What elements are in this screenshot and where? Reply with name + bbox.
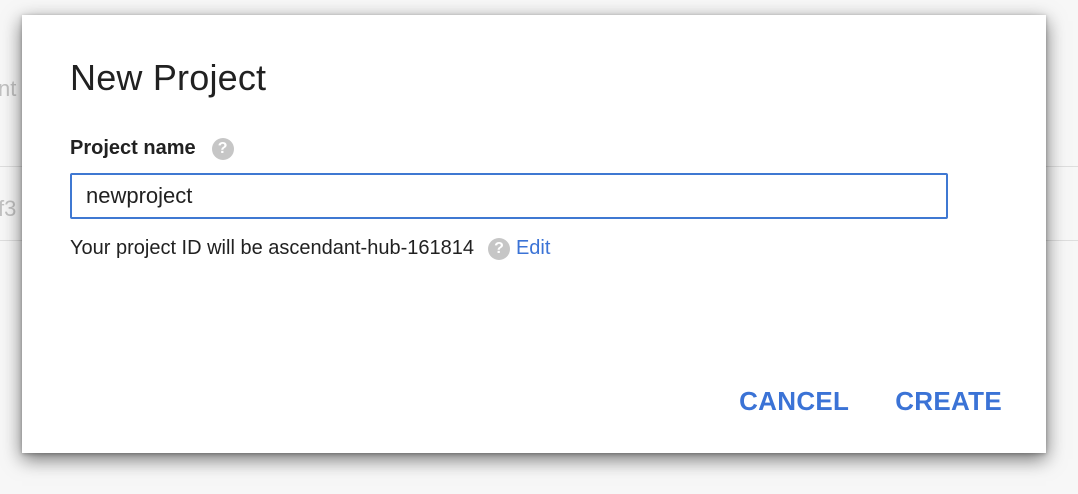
edit-project-id-link[interactable]: Edit — [516, 237, 550, 260]
project-id-text: Your project ID will be ascendant-hub-16… — [70, 237, 474, 259]
project-name-label-row: Project name ? — [70, 137, 234, 160]
dialog-title: New Project — [70, 57, 267, 98]
help-circle-icon[interactable]: ? — [211, 137, 234, 160]
new-project-dialog: New Project Project name ? Your project … — [22, 15, 1046, 453]
help-circle-icon[interactable]: ? — [487, 237, 510, 260]
project-name-label: Project name — [70, 137, 196, 159]
project-name-input[interactable] — [70, 173, 948, 219]
project-id-row: Your project ID will be ascendant-hub-16… — [70, 237, 550, 260]
create-button[interactable]: CREATE — [895, 386, 1002, 417]
dialog-actions: CANCEL CREATE — [739, 386, 1002, 417]
cancel-button[interactable]: CANCEL — [739, 386, 849, 417]
